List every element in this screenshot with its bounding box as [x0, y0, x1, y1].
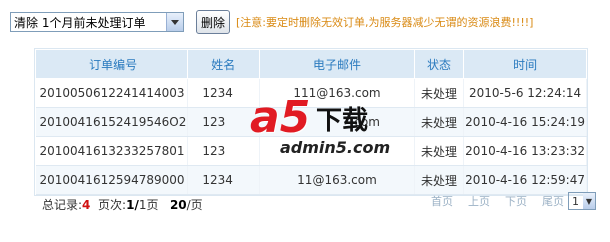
- pagination-controls: 首页 上页 下页 尾页 1 ▼: [416, 192, 596, 210]
- total-value: 4: [82, 198, 91, 212]
- column-header-order-id[interactable]: 订单编号: [34, 49, 189, 79]
- toolbar: 清除 1个月前未处理订单 删除 [注意:要定时删除无效订单,为服务器减少无谓的资…: [10, 10, 533, 34]
- order-id-cell: 20100416152419546O2: [35, 107, 189, 137]
- page-select[interactable]: 1 ▼: [568, 192, 596, 210]
- column-header-name[interactable]: 姓名: [187, 49, 261, 79]
- cleanup-select-value: 清除 1个月前未处理订单: [14, 15, 146, 30]
- prev-page-link[interactable]: 上页: [468, 193, 490, 209]
- order-id-cell: 2010041612594789000: [35, 165, 189, 195]
- page-select-value: 1: [572, 194, 579, 208]
- pagination-summary: 总记录:4 页次:1/1页 20/页: [42, 196, 203, 213]
- name-cell: 123: [187, 136, 261, 166]
- table-row[interactable]: 2010041612594789000 1234 11@163.com 未处理 …: [35, 165, 587, 195]
- time-cell: 2010-4-16 13:23:32: [463, 136, 587, 166]
- table-row[interactable]: 2010050612241414003 1234 111@163.com 未处理…: [35, 78, 587, 108]
- column-header-status[interactable]: 状态: [413, 49, 465, 79]
- delete-button[interactable]: 删除: [196, 10, 231, 34]
- time-cell: 2010-4-16 12:59:47: [463, 165, 587, 195]
- cleanup-select[interactable]: 清除 1个月前未处理订单: [10, 12, 184, 32]
- status-cell: 未处理: [414, 136, 465, 166]
- email-cell: com: [259, 107, 415, 137]
- orders-table: 订单编号 姓名 电子邮件 状态 时间 2010050612241414003 1…: [34, 48, 588, 196]
- chevron-down-icon[interactable]: ▼: [583, 193, 595, 209]
- column-header-time[interactable]: 时间: [463, 49, 587, 79]
- per-page-suffix: /页: [186, 198, 203, 212]
- status-cell: 未处理: [414, 78, 465, 108]
- email-cell: [259, 136, 415, 166]
- first-page-link[interactable]: 首页: [431, 193, 453, 209]
- order-id-cell: 2010041613233257801: [35, 136, 189, 166]
- page-total: 1页: [138, 198, 159, 212]
- last-page-link[interactable]: 尾页: [542, 193, 564, 209]
- time-cell: 2010-4-16 15:24:19: [463, 107, 587, 137]
- order-id-cell: 2010050612241414003: [35, 78, 189, 108]
- next-page-link[interactable]: 下页: [505, 193, 527, 209]
- email-cell: 111@163.com: [259, 78, 415, 108]
- total-label: 总记录:: [42, 198, 83, 212]
- name-cell: 1234: [187, 78, 261, 108]
- status-cell: 未处理: [414, 165, 465, 195]
- table-row[interactable]: 20100416152419546O2 123 com 未处理 2010-4-1…: [35, 107, 587, 137]
- time-cell: 2010-5-6 12:24:14: [463, 78, 587, 108]
- delete-notice: [注意:要定时删除无效订单,为服务器减少无谓的资源浪费!!!!]: [236, 16, 534, 29]
- chevron-down-icon[interactable]: [166, 13, 183, 31]
- status-cell: 未处理: [414, 107, 465, 137]
- name-cell: 1234: [187, 165, 261, 195]
- table-row[interactable]: 2010041613233257801 123 未处理 2010-4-16 13…: [35, 136, 587, 166]
- table-header-row: 订单编号 姓名 电子邮件 状态 时间: [34, 49, 587, 79]
- email-cell: 11@163.com: [259, 165, 415, 195]
- page-label: 页次:: [98, 198, 127, 212]
- per-page-value: 20: [169, 198, 187, 212]
- column-header-email[interactable]: 电子邮件: [259, 49, 415, 79]
- name-cell: 123: [187, 107, 261, 137]
